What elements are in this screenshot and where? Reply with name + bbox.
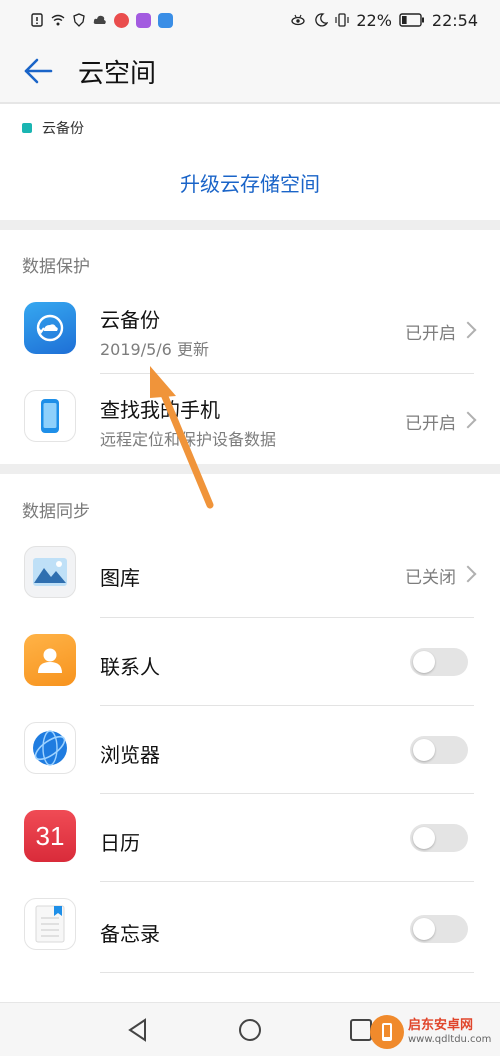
list-item-calendar[interactable]: 31 日历 xyxy=(0,794,500,882)
legend-swatch xyxy=(22,123,32,133)
app-blue-icon xyxy=(158,12,173,28)
row-title: 云备份 xyxy=(100,308,160,332)
status-bar-left xyxy=(30,12,173,28)
list-item-cloud-backup[interactable]: 云备份 2019/5/6 更新 已开启 xyxy=(0,286,500,374)
toggle-knob xyxy=(413,739,435,761)
list-item-contacts[interactable]: 联系人 xyxy=(0,618,500,706)
app-weibo-icon xyxy=(114,12,129,28)
watermark-url: www.qdltdu.com xyxy=(408,1033,492,1045)
list-item-find-phone[interactable]: 查找我的手机 远程定位和保护设备数据 已开启 xyxy=(0,374,500,462)
sim-alert-icon xyxy=(31,13,43,27)
gallery-icon xyxy=(24,546,76,598)
app-purple-icon xyxy=(136,12,151,28)
row-status: 已开启 xyxy=(405,414,456,434)
calendar-icon-day: 31 xyxy=(35,820,65,851)
vibrate-icon xyxy=(335,13,349,27)
row-title: 备忘录 xyxy=(100,922,160,946)
wifi-icon xyxy=(51,14,65,26)
storage-legend: 云备份 xyxy=(22,118,84,138)
calendar-sync-toggle[interactable] xyxy=(410,824,468,852)
row-title: 浏览器 xyxy=(100,743,160,767)
notes-icon xyxy=(24,898,76,950)
browser-sync-toggle[interactable] xyxy=(410,736,468,764)
nav-back-icon[interactable] xyxy=(125,1017,151,1043)
list-item-notes[interactable]: 备忘录 xyxy=(0,882,500,973)
section-gap xyxy=(0,220,500,230)
toggle-knob xyxy=(413,918,435,940)
battery-percent: 22% xyxy=(356,10,392,30)
watermark: 启东安卓网 www.qdltdu.com xyxy=(370,1010,498,1054)
chevron-right-icon xyxy=(459,321,477,339)
divider xyxy=(100,972,474,973)
browser-icon xyxy=(24,722,76,774)
section-header-data-sync: 数据同步 xyxy=(22,502,90,522)
moon-icon xyxy=(315,13,329,27)
cloud-backup-icon xyxy=(24,302,76,354)
row-status: 已关闭 xyxy=(405,568,456,588)
status-bar: 22% 22:54 xyxy=(0,0,500,40)
row-title: 日历 xyxy=(100,831,140,855)
watermark-name: 启东安卓网 xyxy=(408,1018,474,1034)
vpn-shield-icon xyxy=(73,13,85,27)
arrow-left-icon xyxy=(24,58,53,84)
back-button[interactable] xyxy=(18,51,58,91)
contacts-sync-toggle[interactable] xyxy=(410,648,468,676)
list-item-gallery[interactable]: 图库 已关闭 xyxy=(0,530,500,618)
clock: 22:54 xyxy=(431,10,478,30)
section-gap xyxy=(0,464,500,474)
notes-sync-toggle[interactable] xyxy=(410,915,468,943)
cloud-icon xyxy=(93,15,106,24)
storage-panel: 云备份 升级云存储空间 xyxy=(0,104,500,220)
watermark-logo-icon xyxy=(370,1015,404,1049)
row-subtitle: 2019/5/6 更新 xyxy=(100,340,209,359)
list-item-browser[interactable]: 浏览器 xyxy=(0,706,500,794)
row-subtitle: 远程定位和保护设备数据 xyxy=(100,430,277,449)
battery-icon xyxy=(399,13,424,27)
chevron-right-icon xyxy=(459,411,477,429)
status-bar-right: 22% 22:54 xyxy=(289,11,478,30)
upgrade-storage-link[interactable]: 升级云存储空间 xyxy=(0,168,500,197)
page-title: 云空间 xyxy=(78,58,157,89)
find-phone-icon xyxy=(24,390,76,442)
contacts-icon xyxy=(24,634,76,686)
row-status: 已开启 xyxy=(405,324,456,344)
legend-label: 云备份 xyxy=(42,121,84,137)
watermark-text: 启东安卓网 www.qdltdu.com xyxy=(408,1018,492,1045)
row-title: 联系人 xyxy=(100,655,160,679)
row-title: 图库 xyxy=(100,566,140,590)
chevron-right-icon xyxy=(459,565,477,583)
toggle-knob xyxy=(413,827,435,849)
section-header-data-protection: 数据保护 xyxy=(22,257,90,277)
eye-comfort-icon xyxy=(291,14,305,26)
toggle-knob xyxy=(413,651,435,673)
nav-home-icon[interactable] xyxy=(237,1017,263,1043)
row-title: 查找我的手机 xyxy=(100,398,220,422)
calendar-icon: 31 xyxy=(24,810,76,862)
title-bar: 云空间 xyxy=(0,40,500,104)
